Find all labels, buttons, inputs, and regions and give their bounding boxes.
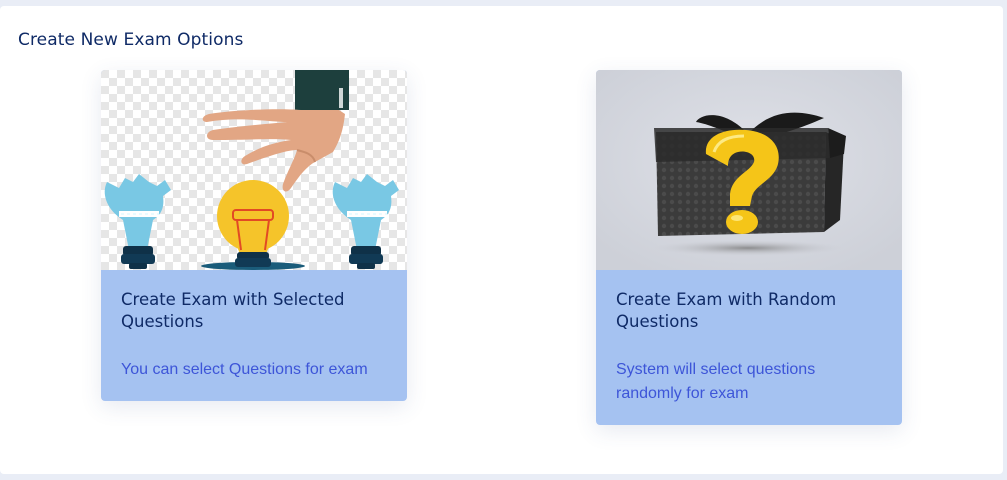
card-title: Create Exam with Random Questions bbox=[616, 290, 837, 331]
card-description: You can select Questions for exam bbox=[121, 361, 368, 378]
card-body: Create Exam with Random Questions System… bbox=[596, 270, 902, 406]
option-card-random-questions[interactable]: Create Exam with Random Questions System… bbox=[596, 70, 902, 425]
page-title: Create New Exam Options bbox=[18, 30, 244, 50]
card-title: Create Exam with Selected Questions bbox=[121, 290, 345, 331]
mystery-gift-box-icon bbox=[596, 70, 902, 270]
hand-picking-lightbulb-icon bbox=[101, 70, 407, 270]
exam-options-panel: Create New Exam Options Create Exam with… bbox=[0, 6, 1003, 474]
option-card-selected-questions[interactable]: Create Exam with Selected Questions You … bbox=[101, 70, 407, 401]
card-description: System will select questions randomly fo… bbox=[616, 361, 816, 402]
card-body: Create Exam with Selected Questions You … bbox=[101, 270, 407, 382]
